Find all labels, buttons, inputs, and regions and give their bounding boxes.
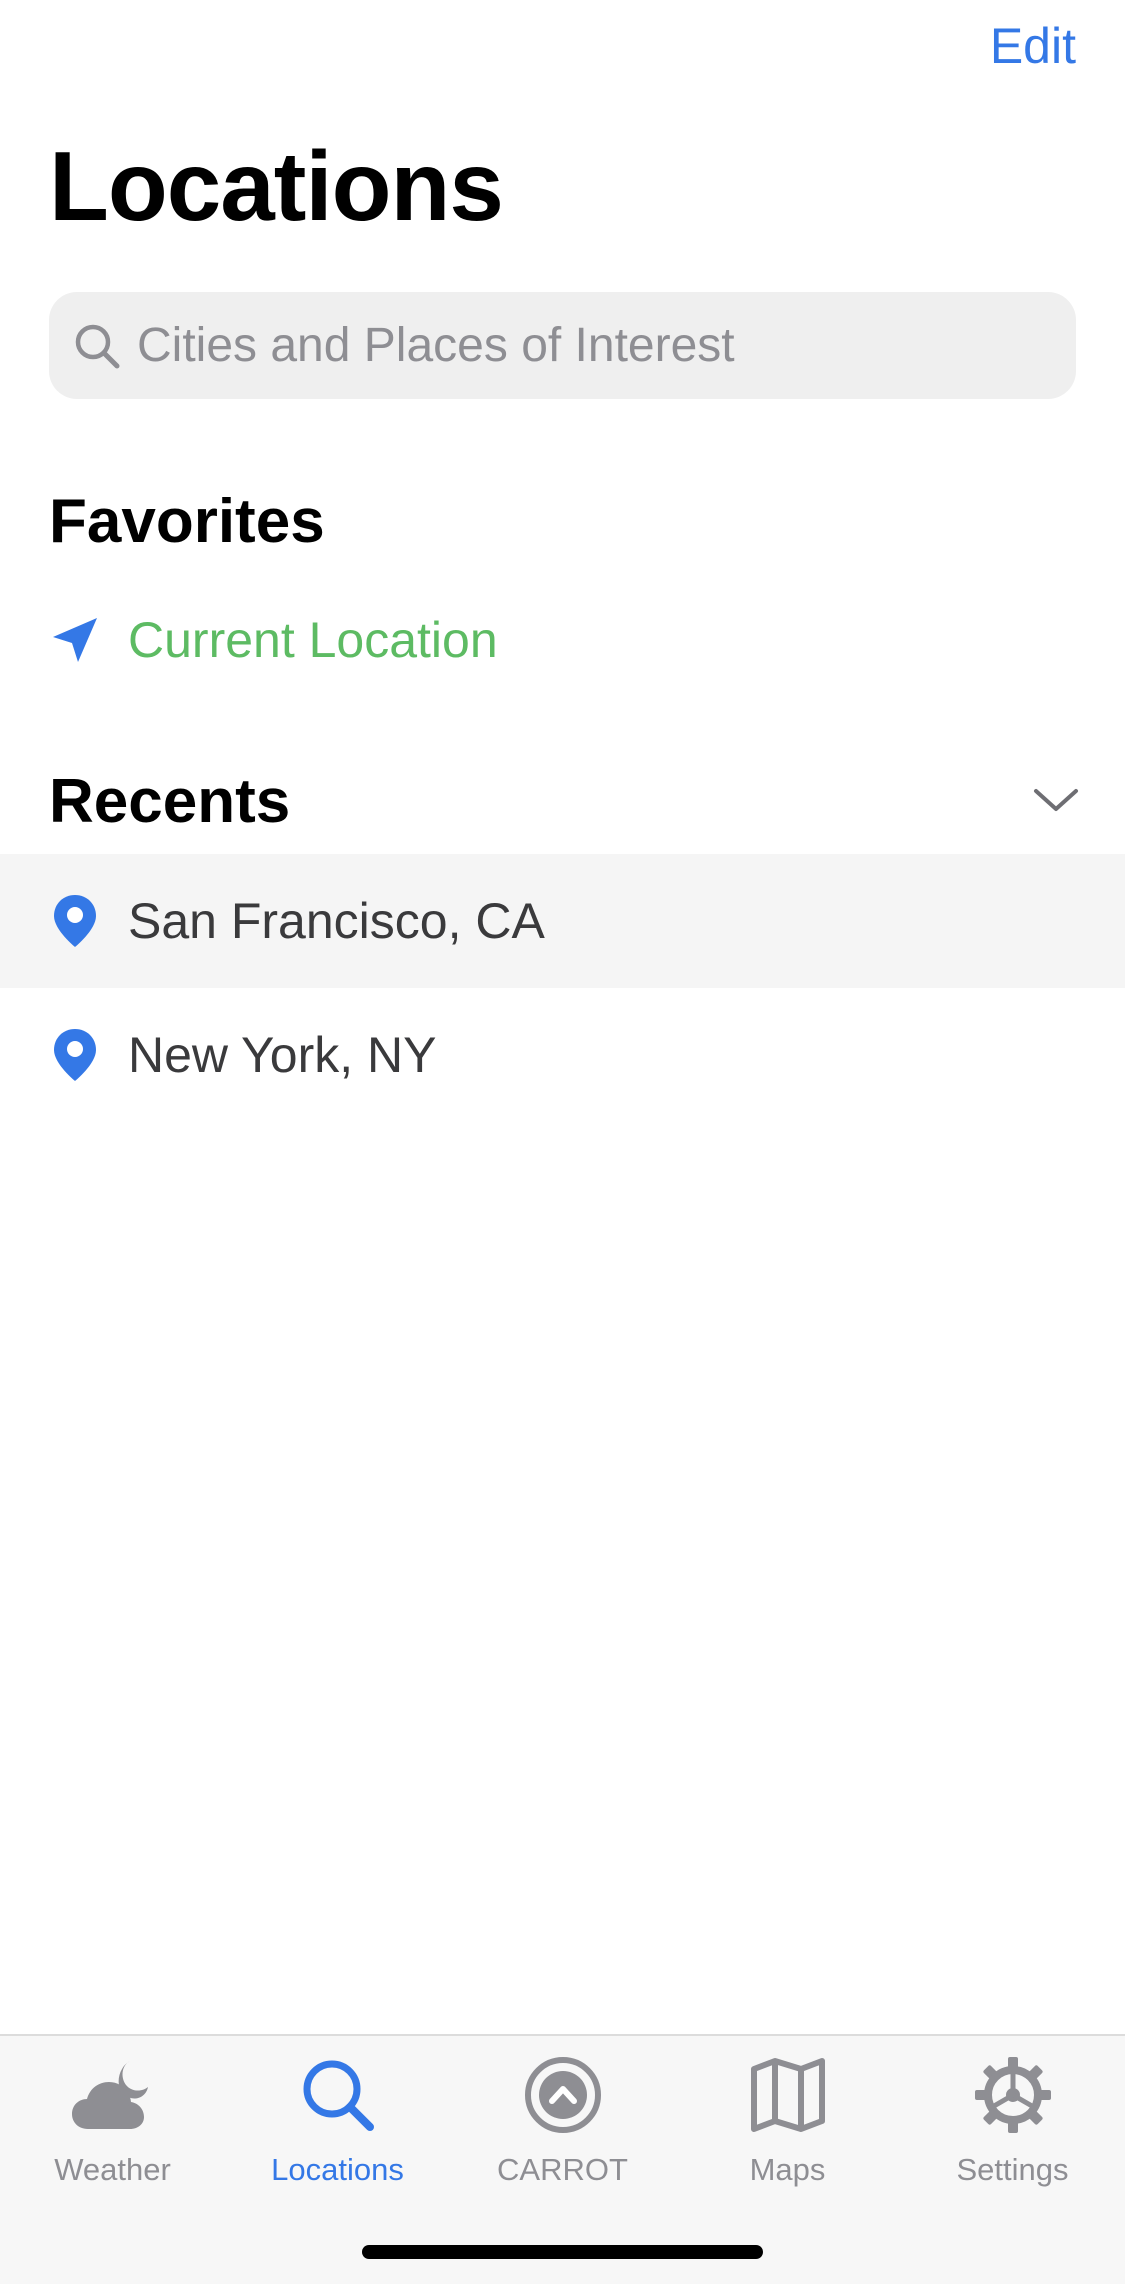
tab-settings[interactable]: Settings — [900, 2050, 1125, 2210]
tab-locations[interactable]: Locations — [225, 2050, 450, 2210]
gear-icon — [968, 2050, 1058, 2140]
favorite-item-label: Current Location — [128, 612, 498, 668]
tab-label: Locations — [271, 2152, 404, 2187]
map-pin-icon — [49, 1025, 101, 1085]
search-icon — [71, 320, 123, 372]
page-title: Locations — [49, 131, 504, 241]
recent-item-label: New York, NY — [128, 1027, 437, 1083]
edit-button[interactable]: Edit — [990, 14, 1076, 78]
cloud-moon-icon — [68, 2050, 158, 2140]
location-arrow-icon — [49, 610, 101, 670]
tab-weather[interactable]: Weather — [0, 2050, 225, 2210]
favorites-header: Favorites — [49, 487, 325, 556]
favorite-item-current-location[interactable]: Current Location — [0, 573, 1125, 707]
recent-item-new-york[interactable]: New York, NY — [0, 988, 1125, 1122]
search-icon — [293, 2050, 383, 2140]
chevron-down-icon[interactable] — [1031, 780, 1081, 820]
search-input[interactable] — [137, 318, 1037, 373]
recents-header: Recents — [49, 767, 291, 836]
tab-label: CARROT — [497, 2152, 628, 2187]
tab-carrot[interactable]: CARROT — [450, 2050, 675, 2210]
recent-item-label: San Francisco, CA — [128, 893, 545, 949]
search-bar[interactable] — [49, 292, 1076, 399]
recent-item-san-francisco[interactable]: San Francisco, CA — [0, 854, 1125, 988]
map-pin-icon — [49, 891, 101, 951]
carrot-logo-icon — [518, 2050, 608, 2140]
home-indicator — [362, 2245, 763, 2259]
map-icon — [743, 2050, 833, 2140]
tab-label: Weather — [54, 2152, 171, 2187]
tab-maps[interactable]: Maps — [675, 2050, 900, 2210]
locations-screen: Edit Locations Favorites Current Locatio… — [0, 0, 1125, 2284]
tab-label: Settings — [956, 2152, 1069, 2187]
tab-label: Maps — [749, 2152, 826, 2187]
